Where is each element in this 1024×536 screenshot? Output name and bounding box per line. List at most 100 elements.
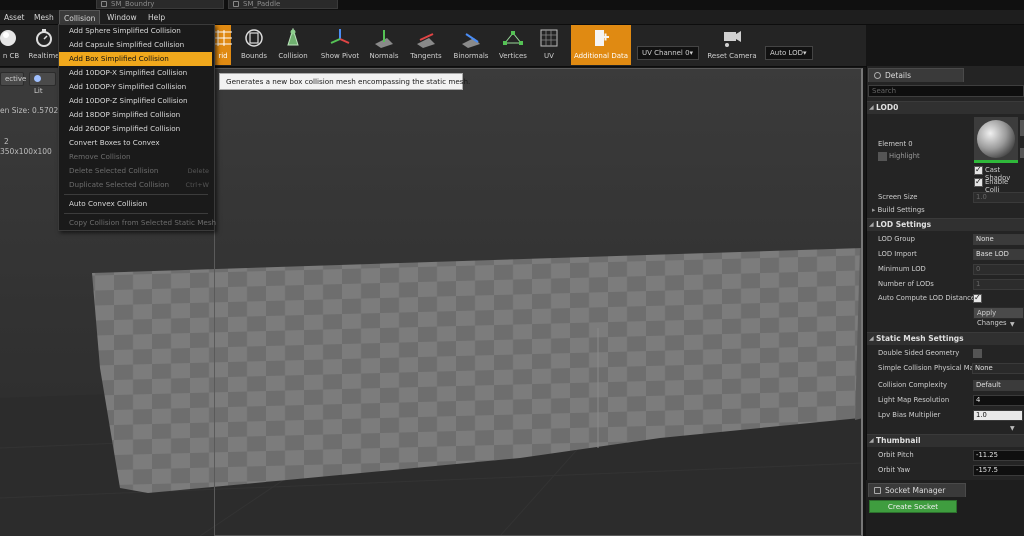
toolbar-button-tangents[interactable]: Tangents: [406, 25, 446, 65]
shortcut-label: Ctrl+W: [185, 181, 209, 189]
menu-item-add-box[interactable]: Add Box Simplified Collision: [59, 52, 212, 66]
section-thumbnail[interactable]: ◢ Thumbnail: [867, 434, 1024, 447]
screen-size-label: Screen Size: [878, 193, 918, 201]
element-0-label: Element 0: [878, 140, 913, 148]
row-auto-compute-lod: Auto Compute LOD Distance: [867, 291, 1024, 306]
physical-material-field[interactable]: None: [972, 363, 1024, 374]
menu-item-label: Duplicate Selected Collision: [69, 180, 170, 189]
menu-item-copy-collision[interactable]: Copy Collision from Selected Static Mesh: [59, 216, 216, 230]
section-lod-settings[interactable]: ◢ LOD Settings: [867, 218, 1024, 231]
lod-import-label: LOD Import: [878, 250, 917, 258]
number-of-lods-field[interactable]: 1: [973, 279, 1024, 290]
menu-item-remove-collision[interactable]: Remove Collision: [59, 150, 212, 164]
minimum-lod-field[interactable]: 0: [973, 264, 1024, 275]
pivot-icon: [330, 29, 350, 44]
menu-item-delete-selected[interactable]: Delete Selected Collision Delete: [59, 164, 212, 178]
toolbar-button-cb[interactable]: n CB: [0, 25, 22, 65]
menu-item-add-10dop-y[interactable]: Add 10DOP-Y Simplified Collision: [59, 80, 212, 94]
menu-collision[interactable]: Collision: [59, 10, 101, 25]
toolbar-button-show-pivot[interactable]: Show Pivot: [316, 25, 364, 65]
toolbar-button-collision[interactable]: Collision: [274, 25, 312, 65]
menu-help[interactable]: Help: [144, 10, 169, 25]
toolbar-button-additional-data[interactable]: Additional Data: [571, 25, 631, 65]
menu-item-add-10dop-x[interactable]: Add 10DOP-X Simplified Collision: [59, 66, 212, 80]
section-static-mesh-settings[interactable]: ◢ Static Mesh Settings: [867, 332, 1024, 345]
advanced-expand-icon[interactable]: ▼: [1010, 321, 1015, 328]
lod-import-dropdown[interactable]: Base LOD: [973, 249, 1024, 260]
details-icon: [874, 72, 881, 79]
menu-item-add-capsule[interactable]: Add Capsule Simplified Collision: [59, 38, 212, 52]
menu-item-add-26dop[interactable]: Add 26DOP Simplified Collision: [59, 122, 212, 136]
menu-item-add-10dop-z[interactable]: Add 10DOP-Z Simplified Collision: [59, 94, 212, 108]
toolbar-button-uv[interactable]: UV: [533, 25, 565, 65]
section-title: Static Mesh Settings: [876, 334, 964, 343]
details-search-input[interactable]: Search: [868, 85, 1024, 97]
socket-icon: [874, 487, 881, 494]
row-lightmap-resolution: Light Map Resolution 4: [867, 393, 1024, 408]
advanced-expand-icon[interactable]: ▼: [1010, 425, 1015, 432]
enable-collision-checkbox[interactable]: [974, 177, 983, 187]
material-thumbnail[interactable]: [974, 117, 1018, 163]
lpv-bias-field[interactable]: 1.0: [973, 410, 1023, 421]
collision-complexity-dropdown[interactable]: Default: [973, 380, 1024, 391]
lightmap-resolution-field[interactable]: 4: [973, 395, 1024, 406]
double-sided-checkbox[interactable]: [973, 349, 982, 358]
menu-window[interactable]: Window: [103, 10, 141, 25]
perspective-button[interactable]: ective: [0, 72, 26, 86]
row-number-of-lods: Number of LODs 1: [867, 277, 1024, 292]
section-title: LOD0: [876, 103, 899, 112]
highlight-checkbox[interactable]: [878, 152, 887, 161]
menu-item-add-18dop[interactable]: Add 18DOP Simplified Collision: [59, 108, 212, 122]
row-collision-complexity: Collision Complexity Default: [867, 378, 1024, 393]
toolbar-button-bounds[interactable]: Bounds: [236, 25, 272, 65]
sphere-icon: [0, 30, 16, 46]
menu-separator: [64, 213, 208, 214]
menu-item-convert-boxes[interactable]: Convert Boxes to Convex: [59, 136, 212, 150]
build-settings-expander[interactable]: ▸ Build Settings: [872, 206, 925, 214]
uv-channel-dropdown[interactable]: UV Channel 0▾: [637, 46, 699, 60]
toolbar-button-vertices[interactable]: Vertices: [495, 25, 531, 65]
auto-lod-dropdown[interactable]: Auto LOD▾: [765, 46, 813, 60]
orbit-pitch-field[interactable]: -11.25: [973, 450, 1024, 461]
material-dropdown-edge: [1020, 120, 1024, 136]
apply-changes-button[interactable]: Apply Changes: [973, 307, 1024, 327]
cast-shadow-checkbox[interactable]: [974, 165, 983, 175]
menu-item-add-sphere[interactable]: Add Sphere Simplified Collision: [59, 24, 212, 38]
toolbar-button-realtime[interactable]: Realtime: [26, 25, 62, 65]
lit-label: Lit: [34, 87, 43, 95]
row-lpv-bias: Lpv Bias Multiplier 1.0: [867, 408, 1024, 423]
auto-compute-lod-checkbox[interactable]: [973, 293, 982, 303]
create-socket-button[interactable]: Create Socket: [869, 500, 957, 513]
collapse-arrow-icon: ◢: [869, 437, 874, 444]
binormals-icon: [462, 33, 480, 48]
section-lod0[interactable]: ◢ LOD0: [867, 101, 1024, 114]
tab-details[interactable]: Details: [868, 68, 964, 82]
tab-socket-manager-label: Socket Manager: [885, 486, 946, 495]
lit-button[interactable]: Lit: [29, 72, 56, 95]
menu-item-auto-convex[interactable]: Auto Convex Collision: [59, 197, 212, 211]
orbit-yaw-field[interactable]: -157.5: [973, 465, 1024, 476]
screen-size-field[interactable]: 1.0: [973, 192, 1024, 203]
material-sphere-icon: [977, 120, 1015, 158]
menu-item-duplicate-selected[interactable]: Duplicate Selected Collision Ctrl+W: [59, 178, 212, 192]
collision-complexity-label: Collision Complexity: [878, 381, 948, 389]
vertices-icon: [503, 31, 523, 45]
lightmap-resolution-label: Light Map Resolution: [878, 396, 950, 404]
collapse-arrow-icon: ◢: [869, 335, 874, 342]
toolbar-button-normals[interactable]: Normals: [366, 25, 402, 65]
menu-mesh[interactable]: Mesh: [30, 10, 58, 25]
toolbar-button-binormals[interactable]: Binormals: [450, 25, 492, 65]
tab-sm-paddle[interactable]: SM_Paddle: [228, 0, 338, 9]
row-orbit-pitch: Orbit Pitch -11.25: [867, 448, 1024, 463]
auto-compute-lod-label: Auto Compute LOD Distance: [878, 294, 976, 302]
menu-asset[interactable]: Asset: [0, 10, 29, 25]
toolbar-button-reset-camera[interactable]: Reset Camera: [704, 25, 760, 65]
lod-group-dropdown[interactable]: None: [973, 234, 1024, 245]
lod-group-label: LOD Group: [878, 235, 915, 243]
tab-socket-manager[interactable]: Socket Manager: [868, 483, 966, 497]
minimum-lod-label: Minimum LOD: [878, 265, 926, 273]
viewport-stat-screen-size: en Size: 0.57025: [0, 106, 64, 115]
double-sided-label: Double Sided Geometry: [878, 349, 960, 357]
toolbar-button-grid[interactable]: rid: [214, 25, 232, 65]
tab-sm-boundry[interactable]: SM_Boundry: [96, 0, 224, 9]
